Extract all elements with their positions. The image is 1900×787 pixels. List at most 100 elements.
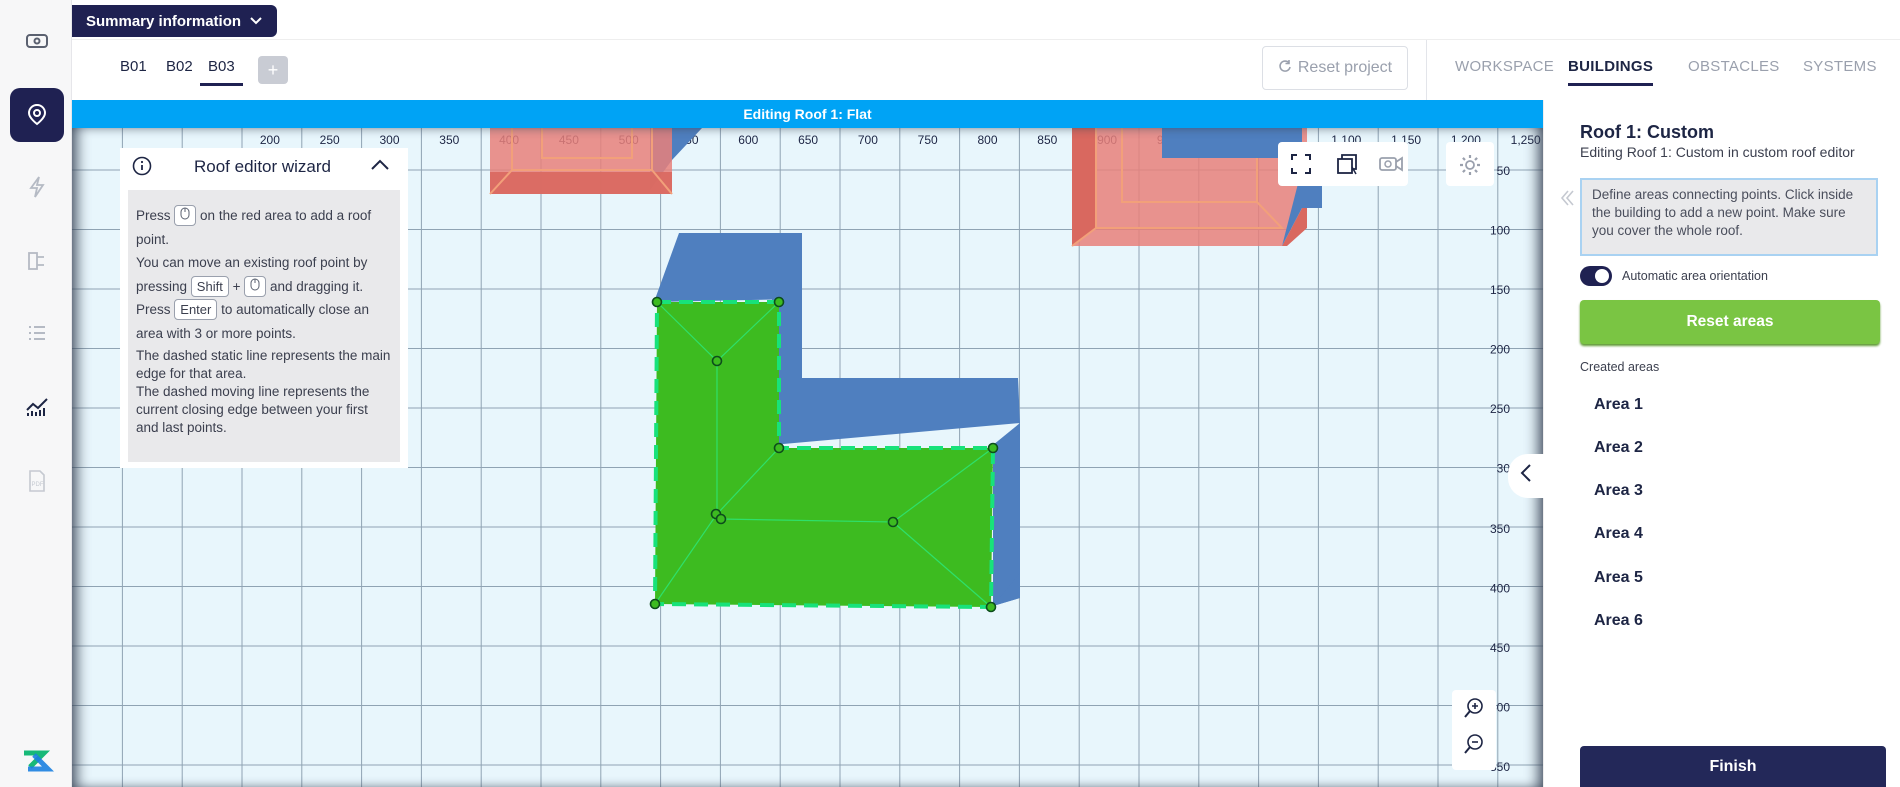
wizard-text: + — [232, 278, 241, 294]
refresh-icon — [1278, 59, 1292, 78]
top-bar: Summary information — [72, 0, 1900, 40]
x-tick-label: 750 — [918, 133, 938, 147]
x-tick-label: 650 — [798, 133, 818, 147]
wizard-text: to automatically close an area with 3 or… — [136, 302, 369, 341]
pdf-icon[interactable]: PDF — [10, 454, 64, 508]
roof-point — [773, 442, 785, 454]
app-logo — [18, 745, 55, 781]
wizard-text: The dashed static line represents the ma… — [136, 348, 391, 381]
chevron-up-icon[interactable] — [370, 158, 390, 177]
x-tick-label: 350 — [439, 133, 459, 147]
bolt-icon[interactable] — [10, 160, 64, 214]
roof-point — [773, 296, 785, 308]
chevron-down-icon — [249, 13, 263, 30]
summary-information-button[interactable]: Summary information — [72, 5, 278, 37]
zoom-in-icon[interactable] — [1462, 696, 1486, 725]
reset-project-label: Reset project — [1297, 59, 1393, 76]
panel-subtitle: Editing Roof 1: Custom in custom roof ed… — [1580, 144, 1855, 160]
double-chevron-left-icon[interactable] — [1560, 188, 1574, 214]
reset-project-button[interactable]: Reset project — [1262, 46, 1408, 90]
enter-key: Enter — [174, 299, 218, 320]
fullscreen-icon[interactable] — [1290, 153, 1312, 180]
collapse-panel-button[interactable] — [1508, 454, 1544, 498]
x-tick-label: 700 — [858, 133, 878, 147]
tab-workspace[interactable]: WORKSPACE — [1455, 58, 1554, 75]
x-tick-label: 1,250 — [1511, 133, 1541, 147]
info-icon — [132, 156, 152, 181]
tab-b03[interactable]: B03 — [200, 58, 243, 86]
roof-point — [987, 442, 999, 454]
mouse-click-icon — [174, 205, 197, 226]
roof-point — [715, 513, 727, 525]
layers-icon[interactable] — [1336, 153, 1360, 180]
svg-text:PDF: PDF — [32, 482, 44, 488]
summary-label: Summary information — [86, 12, 242, 30]
area-item[interactable]: Area 5 — [1594, 569, 1643, 587]
list-icon[interactable] — [10, 306, 64, 360]
tab-b01[interactable]: B01 — [120, 58, 147, 86]
wizard-text: and dragging it. — [270, 278, 364, 294]
toggle-label: Automatic area orientation — [1622, 269, 1768, 283]
shift-key: Shift — [190, 275, 229, 297]
x-tick-label: 300 — [379, 133, 399, 147]
y-tick-label: 400 — [1490, 582, 1510, 596]
x-tick-label: 800 — [977, 133, 997, 147]
tabs-row: B01 B02 B03 + Reset project WORKSPACE BU… — [72, 40, 1900, 100]
camera-icon[interactable] — [1378, 154, 1404, 179]
area-item[interactable]: Area 4 — [1594, 525, 1643, 543]
settings-box — [1446, 142, 1494, 186]
green-roof-area[interactable] — [649, 296, 999, 613]
wizard-title: Roof editor wizard — [194, 157, 332, 176]
created-areas-label: Created areas — [1580, 360, 1660, 374]
chevron-left-icon — [1520, 463, 1532, 489]
area-item[interactable]: Area 1 — [1594, 396, 1643, 414]
zoom-controls — [1452, 690, 1496, 770]
chart-icon[interactable] — [10, 380, 64, 434]
y-tick-label: 350 — [1490, 522, 1510, 536]
canvas-toolbox — [1278, 142, 1408, 186]
dashboard-icon[interactable] — [10, 14, 64, 68]
divider — [1426, 40, 1427, 100]
tab-systems[interactable]: SYSTEMS — [1803, 58, 1877, 75]
add-building-button[interactable]: + — [258, 56, 288, 84]
red-building-top-left[interactable] — [489, 128, 702, 195]
roof-point — [887, 516, 899, 528]
instructions-box: Define areas connecting points. Click in… — [1580, 178, 1878, 256]
right-panel: Roof 1: Custom Editing Roof 1: Custom in… — [1543, 100, 1900, 787]
roof-point — [985, 601, 997, 613]
y-tick-label: 450 — [1490, 641, 1510, 655]
reset-areas-button[interactable]: Reset areas — [1580, 300, 1880, 344]
location-pin-icon[interactable] — [10, 88, 64, 142]
y-tick-label: 50 — [1497, 164, 1511, 178]
y-ruler: 5010015020025030350400450500550 — [1490, 164, 1510, 774]
x-tick-label: 200 — [260, 133, 280, 147]
tab-obstacles[interactable]: OBSTACLES — [1688, 58, 1780, 75]
wizard-text: Press — [136, 302, 171, 317]
wizard-text: The dashed moving line represents the cu… — [136, 384, 370, 435]
roof-point — [649, 598, 661, 610]
tab-b02[interactable]: B02 — [166, 58, 193, 86]
y-tick-label: 200 — [1490, 343, 1510, 357]
roof-editor-wizard: Roof editor wizard Press on the red area… — [120, 148, 408, 468]
y-tick-label: 250 — [1490, 402, 1510, 416]
panel-title: Roof 1: Custom — [1580, 122, 1714, 142]
mouse-click-icon — [244, 275, 267, 297]
gear-icon[interactable] — [1458, 153, 1482, 182]
roof-point — [651, 296, 663, 308]
area-item[interactable]: Area 6 — [1594, 612, 1643, 630]
wizard-instructions: Press on the red area to add a roof poin… — [128, 190, 400, 462]
editing-banner: Editing Roof 1: Flat — [72, 100, 1543, 128]
area-item[interactable]: Area 2 — [1594, 439, 1643, 457]
zoom-out-icon[interactable] — [1462, 732, 1486, 761]
y-tick-label: 100 — [1490, 224, 1510, 238]
tab-buildings[interactable]: BUILDINGS — [1568, 58, 1654, 86]
auto-orientation-toggle[interactable] — [1580, 266, 1612, 286]
finish-button[interactable]: Finish — [1580, 746, 1886, 787]
roof-point — [711, 355, 723, 367]
area-item[interactable]: Area 3 — [1594, 482, 1643, 500]
wizard-text: Press — [136, 208, 171, 223]
wizard-text: on the red area to add a roof point. — [136, 208, 372, 247]
wiring-icon[interactable] — [10, 234, 64, 288]
wizard-header[interactable]: Roof editor wizard — [120, 148, 408, 186]
x-tick-label: 850 — [1037, 133, 1057, 147]
